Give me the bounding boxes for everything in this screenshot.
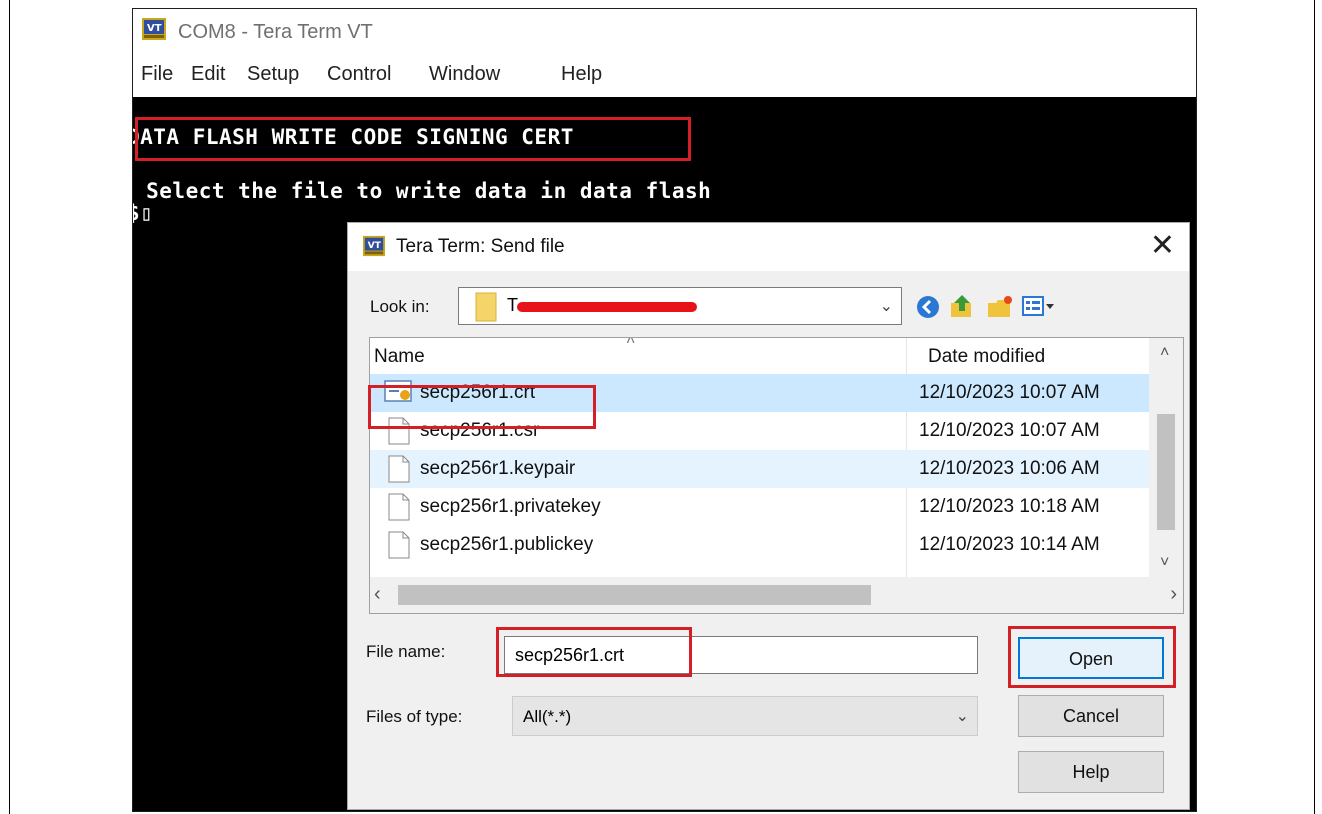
cancel-button[interactable]: Cancel xyxy=(1018,695,1164,737)
menu-file[interactable]: File xyxy=(141,63,173,86)
file-icon xyxy=(388,455,410,483)
window-title: COM8 - Tera Term VT xyxy=(178,21,373,43)
file-name: secp256r1.publickey xyxy=(420,534,594,555)
file-date: 12/10/2023 10:07 AM xyxy=(919,420,1100,441)
redaction-mark xyxy=(517,302,697,312)
file-date: 12/10/2023 10:18 AM xyxy=(919,496,1100,517)
window-titlebar: VT COM8 - Tera Term VT xyxy=(133,9,1196,51)
file-list[interactable]: Name ˄ Date modified secp256r1.crt 12/10… xyxy=(369,337,1184,614)
file-type-select[interactable]: All(*.*) ⌄ xyxy=(512,696,978,736)
file-name-value: secp256r1.crt xyxy=(515,645,625,665)
file-type-label: Files of type: xyxy=(366,707,463,726)
scroll-left-icon[interactable]: ‹ xyxy=(374,583,381,606)
file-name-input[interactable]: secp256r1.crt xyxy=(504,636,978,674)
file-name: secp256r1.privatekey xyxy=(420,496,601,517)
certificate-icon xyxy=(384,380,412,402)
back-icon[interactable] xyxy=(916,295,940,319)
scroll-down-icon[interactable]: ˅ xyxy=(1160,554,1169,572)
svg-text:VT: VT xyxy=(368,240,382,251)
chevron-down-icon: ⌄ xyxy=(879,298,893,315)
file-name: secp256r1.crt xyxy=(420,382,536,403)
menu-setup[interactable]: Setup xyxy=(247,63,299,86)
up-folder-icon[interactable] xyxy=(948,293,976,321)
look-in-label: Look in: xyxy=(370,297,430,316)
file-date: 12/10/2023 10:14 AM xyxy=(919,534,1100,555)
menu-help[interactable]: Help xyxy=(561,63,602,86)
close-icon[interactable]: ✕ xyxy=(1150,229,1175,263)
terminal-prompt: $▯ xyxy=(133,201,154,225)
terminal-cursor: ▯ xyxy=(140,201,154,225)
file-type-value: All(*.*) xyxy=(523,707,572,726)
file-row[interactable]: secp256r1.crt 12/10/2023 10:07 AM xyxy=(370,374,1150,412)
open-button[interactable]: Open xyxy=(1018,637,1164,679)
help-button[interactable]: Help xyxy=(1018,751,1164,793)
folder-icon xyxy=(475,292,497,322)
dialog-title: Tera Term: Send file xyxy=(396,236,565,257)
send-file-dialog: VT Tera Term: Send file ✕ Look in: T ⌄ N… xyxy=(347,222,1190,810)
file-icon xyxy=(388,531,410,559)
chevron-down-icon: ⌄ xyxy=(955,708,969,725)
svg-text:VT: VT xyxy=(147,23,162,34)
dialog-titlebar: VT Tera Term: Send file ✕ xyxy=(348,223,1189,271)
file-name: secp256r1.csr xyxy=(420,420,540,441)
look-in-combobox[interactable]: T ⌄ xyxy=(458,287,902,325)
scrollbar-thumb[interactable] xyxy=(398,585,871,605)
view-menu-icon[interactable] xyxy=(1022,295,1056,319)
scrollbar-thumb[interactable] xyxy=(1157,414,1175,530)
menu-bar: File Edit Setup Control Window Help xyxy=(133,57,1196,97)
terminal-line-title: DATA FLASH WRITE CODE SIGNING CERT xyxy=(132,125,574,149)
file-row[interactable]: secp256r1.csr 12/10/2023 10:07 AM xyxy=(370,412,1150,450)
vt-app-icon: VT xyxy=(363,235,385,257)
file-date: 12/10/2023 10:07 AM xyxy=(919,382,1100,403)
file-row[interactable]: secp256r1.keypair 12/10/2023 10:06 AM xyxy=(370,450,1150,488)
file-date: 12/10/2023 10:06 AM xyxy=(919,458,1100,479)
vt-app-icon: VT xyxy=(142,18,166,40)
file-name: secp256r1.keypair xyxy=(420,458,576,479)
scroll-right-icon[interactable]: › xyxy=(1170,583,1177,606)
sort-up-icon: ˄ xyxy=(626,337,636,349)
menu-window[interactable]: Window xyxy=(429,63,500,86)
vertical-scrollbar[interactable]: ˄ ˅ xyxy=(1149,338,1183,578)
horizontal-scrollbar[interactable]: ‹ › xyxy=(370,577,1183,613)
scroll-up-icon[interactable]: ˄ xyxy=(1160,344,1169,362)
menu-edit[interactable]: Edit xyxy=(191,63,225,86)
file-icon xyxy=(388,493,410,521)
file-name-label: File name: xyxy=(366,642,446,661)
file-row[interactable]: secp256r1.publickey 12/10/2023 10:14 AM xyxy=(370,526,1150,564)
file-row[interactable]: secp256r1.privatekey 12/10/2023 10:18 AM xyxy=(370,488,1150,526)
new-folder-icon[interactable] xyxy=(986,293,1014,321)
terminal-line-instruction: Select the file to write data in data fl… xyxy=(133,179,712,203)
prompt-symbol: $ xyxy=(133,201,140,225)
menu-control[interactable]: Control xyxy=(327,63,391,86)
file-icon xyxy=(388,417,410,445)
